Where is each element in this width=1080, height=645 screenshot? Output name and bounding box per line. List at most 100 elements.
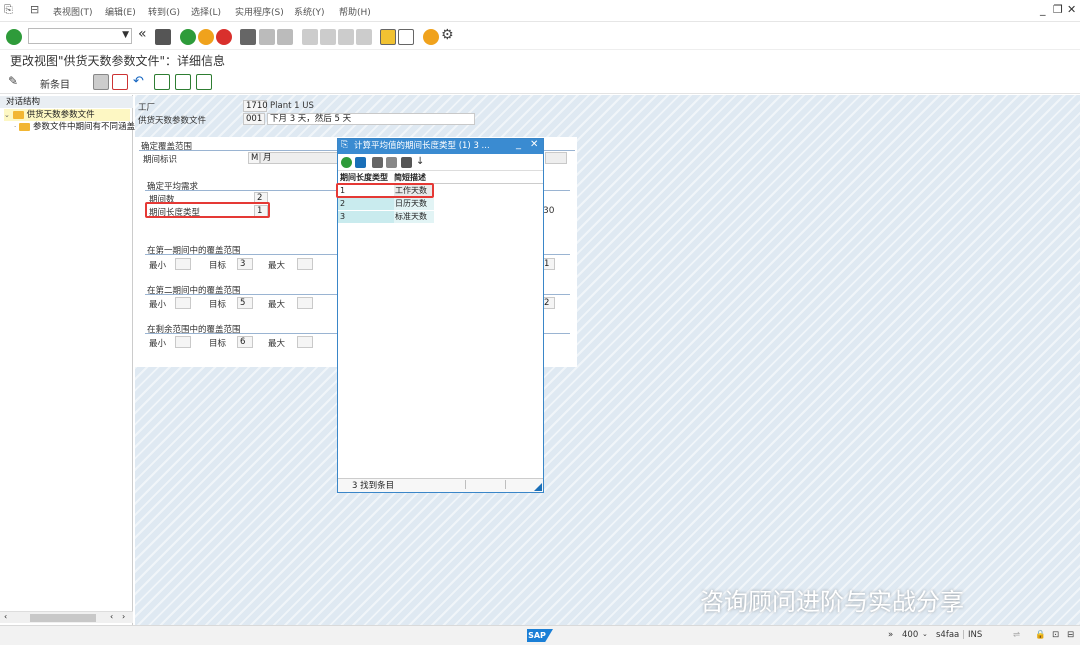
copy-icon[interactable] [93,74,109,90]
previous-page-icon[interactable] [320,29,336,45]
range2-max-label: 最大 [268,300,286,310]
undo-icon[interactable]: ↶ [133,74,149,90]
popup-entry-count: 3 找到条目 [352,481,395,491]
range2-target-field[interactable]: 5 [237,297,253,309]
popup-row-2-desc: 日历天数 [394,198,434,210]
status-bar: SAP » 400 ⌄ s4faa | INS ⇌ 🔒 ⊡ ⊟ [0,625,1080,645]
range1-min-field[interactable] [175,258,191,270]
menu-table-view[interactable]: 表视图(T) [53,5,93,18]
lock-icon[interactable]: 🔒 [1035,630,1046,640]
status-icon-3[interactable]: ⊟ [1067,630,1074,640]
popup-toolbar: ↓ [338,155,543,171]
exit-icon[interactable] [198,29,214,45]
plant-name: Plant 1 US [270,101,314,111]
range3-max-field[interactable] [297,336,313,348]
bullet-icon: · [14,123,17,131]
popup-window-icon: ⎘ [341,140,349,150]
last-page-icon[interactable] [356,29,372,45]
resize-grip-icon[interactable] [534,483,542,491]
menu-system[interactable]: 系统(Y) [294,5,325,18]
range1-target-field[interactable]: 3 [237,258,253,270]
first-page-icon[interactable] [302,29,318,45]
range2-min-label: 最小 [149,300,167,310]
previous-entry-icon[interactable] [154,74,170,90]
popup-row-3-desc: 标准天数 [394,211,434,223]
layout-menu-icon[interactable]: ⊟ [30,3,39,16]
command-field[interactable]: ▼ [28,28,132,44]
menu-bar: ⎘ ⊟ 表视图(T) 编辑(E) 转到(G) 选择(L) 实用程序(S) 系统(… [0,0,1080,22]
popup-row-3[interactable]: 3 [338,211,394,223]
range3-min-field[interactable] [175,336,191,348]
popup-sort-icon[interactable]: ↓ [416,157,425,168]
popup-row-2-key: 2 [340,199,346,208]
menu-select[interactable]: 选择(L) [191,5,221,18]
menu-edit[interactable]: 编辑(E) [105,5,136,18]
new-entries-button[interactable]: 新条目 [40,76,70,91]
popup-cancel-icon[interactable] [355,157,366,168]
range1-max-label: 最大 [268,261,286,271]
status-sep-1: | [962,630,965,640]
find-next-icon[interactable] [277,29,293,45]
tree-horizontal-scrollbar[interactable]: ‹ ‹ › [0,611,133,623]
cancel-icon[interactable] [216,29,232,45]
scroll-right-icon[interactable]: › [122,612,125,621]
scroll-thumb[interactable] [30,614,96,622]
expand-status-icon[interactable]: » [888,630,893,640]
print-icon[interactable] [240,29,256,45]
popup-find-next-icon[interactable] [386,157,397,168]
popup-find-icon[interactable] [372,157,383,168]
range2-min-field[interactable] [175,297,191,309]
range3-target-field[interactable]: 6 [237,336,253,348]
close-window-icon[interactable]: ✕ [1067,3,1076,16]
status-icon-1[interactable]: ⇌ [1013,630,1020,640]
maximize-icon[interactable]: ❐ [1053,3,1063,16]
expand-icon[interactable]: ⌄ [4,111,10,119]
tree-header: 对话结构 [0,96,133,108]
help-icon[interactable] [423,29,439,45]
enter-icon[interactable] [6,29,22,45]
next-page-icon[interactable] [338,29,354,45]
tree-node-periods[interactable]: · 参数文件中期间有不同涵盖 [14,121,135,133]
system-name: s4faa [936,630,960,640]
zoom-dropdown-icon[interactable]: ⌄ [922,630,928,638]
page-title: 更改视图"供货天数参数文件"：详细信息 [10,54,226,68]
range2-max-field[interactable] [297,297,313,309]
select-all-icon[interactable] [196,74,212,90]
zoom-value: 400 [902,630,919,640]
menu-utilities[interactable]: 实用程序(S) [235,5,284,18]
minimize-icon[interactable]: _ [1040,3,1046,16]
popup-footer-sep-1: | [464,480,467,490]
popup-minimize-icon[interactable]: _ [516,139,521,150]
plant-label: 工厂 [138,103,156,113]
popup-ok-icon[interactable] [341,157,352,168]
scroll-left-end-icon[interactable]: ‹ [110,612,113,621]
range1-max-field[interactable] [297,258,313,270]
display-change-icon[interactable]: ✎ [8,74,24,90]
save-icon[interactable] [155,29,171,45]
create-session-icon[interactable] [380,29,396,45]
menu-icon[interactable]: ⎘ [4,3,13,17]
system-toolbar: ▼ « ⚙ [0,24,1080,50]
find-icon[interactable] [259,29,275,45]
chevron-down-icon[interactable]: ▼ [122,30,129,40]
status-icon-2[interactable]: ⊡ [1052,630,1059,640]
back-arrows-icon[interactable]: « [138,26,154,42]
tree-node-profile[interactable]: ⌄ 供货天数参数文件 [4,109,130,121]
delete-icon[interactable] [112,74,128,90]
next-entry-icon[interactable] [175,74,191,90]
popup-print-icon[interactable] [401,157,412,168]
scroll-left-icon[interactable]: ‹ [4,612,7,621]
plant-field[interactable]: 1710 [243,100,268,112]
back-icon[interactable] [180,29,196,45]
popup-close-icon[interactable]: ✕ [530,139,538,150]
menu-help[interactable]: 帮助(H) [339,5,371,18]
profile-field[interactable]: 001 [243,113,265,125]
folder-icon [18,122,30,131]
popup-footer: 3 找到条目 | | [338,478,543,492]
period-indicator-field[interactable]: M [248,152,260,164]
settings-gear-icon[interactable]: ⚙ [441,27,457,43]
menu-goto[interactable]: 转到(G) [148,5,180,18]
popup-row-2[interactable]: 2 [338,198,394,210]
range3-target-label: 目标 [209,339,227,349]
shortcut-icon[interactable] [398,29,414,45]
